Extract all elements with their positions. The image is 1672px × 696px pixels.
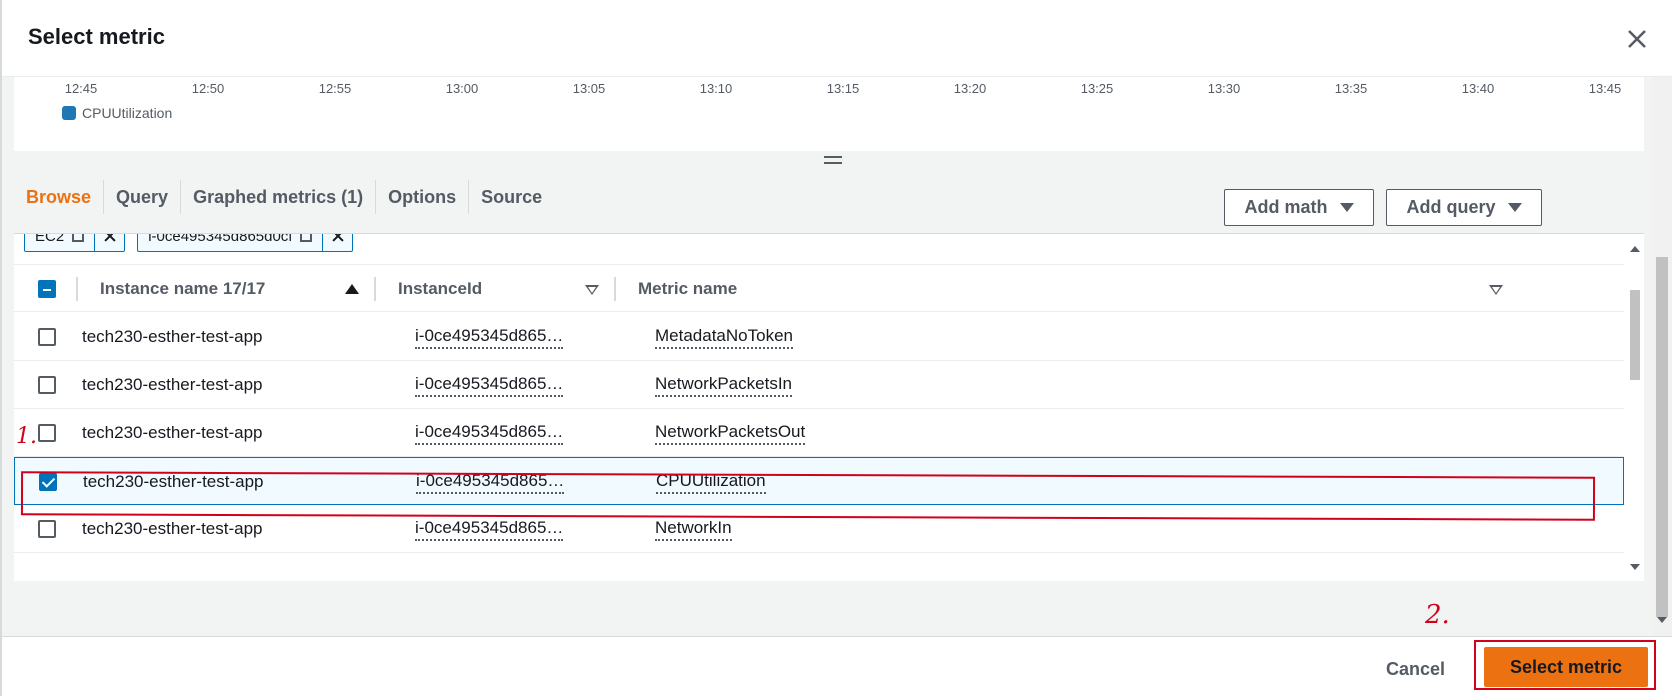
caret-down-icon (1339, 203, 1354, 212)
copy-icon[interactable] (72, 234, 85, 242)
copy-icon[interactable] (300, 234, 313, 242)
row-checkbox[interactable] (38, 376, 56, 394)
metrics-table: EC2 i-0ce495345d865d0cf Instance name 17… (14, 233, 1644, 581)
chart-legend[interactable]: CPUUtilization (62, 105, 172, 121)
cell-instance-id[interactable]: i-0ce495345d865… (416, 470, 565, 494)
dialog-title: Select metric (28, 24, 165, 49)
x-tick-label: 12:50 (191, 81, 225, 96)
scroll-up-icon[interactable] (1630, 246, 1640, 252)
caret-down-icon (1507, 203, 1522, 212)
row-checkbox[interactable] (38, 328, 56, 346)
column-metric-name[interactable]: Metric name (638, 265, 737, 313)
sort-ascending-icon[interactable] (345, 284, 359, 294)
remove-filter-icon[interactable] (94, 234, 124, 252)
table-row[interactable]: tech230-esther-test-app i-0ce495345d865… C… (14, 457, 1624, 505)
scrollbar-thumb[interactable] (1630, 290, 1640, 380)
table-row[interactable]: tech230-esther-test-app i-0ce495345d865… N… (14, 409, 1624, 457)
cell-instance-name: tech230-esther-test-app (83, 472, 264, 491)
cell-metric-name[interactable]: NetworkIn (655, 517, 732, 541)
select-all-checkbox[interactable] (38, 280, 56, 298)
add-query-button[interactable]: Add query (1386, 189, 1542, 226)
annotation-step-2: 2. (1425, 600, 1450, 630)
dialog-header: Select metric (2, 0, 1672, 77)
cell-metric-name[interactable]: NetworkPacketsIn (655, 373, 792, 397)
cell-instance-name: tech230-esther-test-app (82, 519, 263, 538)
cell-metric-name[interactable]: MetadataNoToken (655, 325, 793, 349)
filter-token-instance[interactable]: i-0ce495345d865d0cf (137, 233, 354, 252)
x-tick-label: 13:30 (1207, 81, 1241, 96)
table-row[interactable]: tech230-esther-test-app i-0ce495345d865… M… (14, 313, 1624, 361)
filter-token-label: EC2 (35, 233, 65, 245)
cell-metric-name[interactable]: CPUUtilization (656, 470, 766, 494)
close-button[interactable] (1620, 22, 1654, 56)
tab-query[interactable]: Query (104, 180, 182, 214)
row-checkbox[interactable] (39, 473, 57, 491)
x-tick-label: 13:05 (572, 81, 606, 96)
cell-instance-id[interactable]: i-0ce495345d865… (415, 325, 564, 349)
sort-icon[interactable] (1489, 285, 1503, 295)
cell-instance-name: tech230-esther-test-app (82, 375, 263, 394)
table-row[interactable]: tech230-esther-test-app i-0ce495345d865… N… (14, 361, 1624, 409)
resize-handle-icon[interactable] (824, 156, 842, 168)
cell-instance-id[interactable]: i-0ce495345d865… (415, 517, 564, 541)
sort-icon[interactable] (585, 285, 599, 295)
cancel-button[interactable]: Cancel (1372, 651, 1459, 687)
x-tick-label: 13:10 (699, 81, 733, 96)
metric-chart: 12:45 12:50 12:55 13:00 13:05 13:10 13:15 13:20… (14, 77, 1644, 151)
remove-filter-icon[interactable] (322, 234, 352, 252)
add-math-button[interactable]: Add math (1224, 189, 1374, 226)
x-tick-label: 13:45 (1588, 81, 1622, 96)
scroll-down-icon[interactable] (1657, 617, 1667, 623)
dialog-scrollbar[interactable] (1652, 77, 1672, 637)
x-tick-label: 13:00 (445, 81, 479, 96)
table-scrollbar[interactable] (1624, 234, 1644, 581)
filter-token-label: i-0ce495345d865d0cf (148, 233, 293, 245)
legend-label: CPUUtilization (82, 105, 173, 121)
x-tick-label: 13:40 (1461, 81, 1495, 96)
tab-options[interactable]: Options (376, 180, 470, 214)
x-tick-label: 13:15 (826, 81, 860, 96)
cell-instance-name: tech230-esther-test-app (82, 327, 263, 346)
tab-browse[interactable]: Browse (14, 180, 105, 214)
legend-swatch (62, 106, 76, 120)
scroll-down-icon[interactable] (1630, 564, 1640, 570)
select-metric-dialog: Select metric 12:45 12:50 12:55 13:00 13:05 1… (0, 0, 1672, 696)
x-tick-label: 13:25 (1080, 81, 1114, 96)
table-row[interactable]: tech230-esther-test-app i-0ce495345d865… N… (14, 505, 1624, 553)
metric-tabs: Browse Query Graphed metrics (1) Options… (14, 175, 554, 219)
row-checkbox[interactable] (38, 520, 56, 538)
cell-instance-id[interactable]: i-0ce495345d865… (415, 421, 564, 445)
table-header: Instance name 17/17 InstanceId Metric na… (14, 264, 1624, 312)
add-math-label: Add math (1244, 197, 1328, 217)
x-tick-label: 13:35 (1334, 81, 1368, 96)
x-tick-label: 12:55 (318, 81, 352, 96)
cell-instance-name: tech230-esther-test-app (82, 423, 263, 442)
filter-token-namespace[interactable]: EC2 (24, 233, 126, 252)
tab-source[interactable]: Source (469, 180, 554, 214)
column-instance-name[interactable]: Instance name 17/17 (100, 265, 265, 313)
tab-graphed-metrics[interactable]: Graphed metrics (1) (181, 180, 377, 214)
close-icon (1628, 30, 1646, 48)
row-checkbox[interactable] (38, 424, 56, 442)
select-metric-button[interactable]: Select metric (1484, 647, 1648, 687)
add-query-label: Add query (1406, 197, 1496, 217)
column-instance-id[interactable]: InstanceId (398, 265, 482, 313)
cell-instance-id[interactable]: i-0ce495345d865… (415, 373, 564, 397)
x-tick-label: 12:45 (64, 81, 98, 96)
scrollbar-thumb[interactable] (1656, 257, 1668, 617)
x-tick-label: 13:20 (953, 81, 987, 96)
dialog-footer: Cancel Select metric (2, 636, 1672, 696)
cell-metric-name[interactable]: NetworkPacketsOut (655, 421, 806, 445)
filter-tokens: EC2 i-0ce495345d865d0cf (14, 233, 354, 252)
